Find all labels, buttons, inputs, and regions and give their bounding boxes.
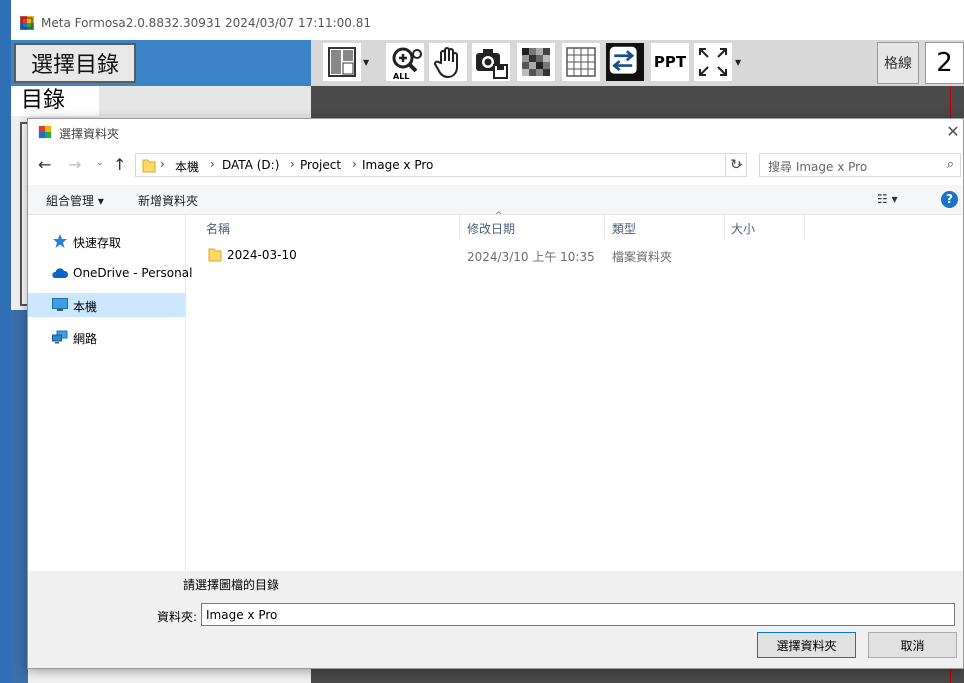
camera-save-icon bbox=[476, 49, 508, 79]
nav-item-label: OneDrive - Personal bbox=[73, 266, 193, 280]
directory-tab-strip bbox=[99, 86, 311, 116]
zoom-all-button[interactable]: ALL bbox=[386, 43, 424, 81]
dialog-app-icon bbox=[38, 125, 52, 139]
mosaic-icon bbox=[522, 48, 550, 76]
new-folder-button[interactable]: 新增資料夾 bbox=[138, 192, 198, 209]
column-type[interactable]: 類型 bbox=[612, 220, 636, 237]
grid-icon bbox=[566, 47, 596, 77]
computer-icon bbox=[52, 298, 68, 311]
back-arrow-icon[interactable]: ← bbox=[38, 155, 51, 174]
breadcrumb-separator-icon: › bbox=[290, 157, 295, 171]
address-bar[interactable]: › 本機 › DATA (D:) › Project › Image x Pro… bbox=[135, 153, 747, 177]
layout-dropdown-icon[interactable]: ▼ bbox=[363, 58, 369, 67]
column-divider[interactable] bbox=[459, 215, 460, 239]
nav-item-label: 快速存取 bbox=[73, 236, 122, 250]
swap-arrows-icon bbox=[609, 46, 637, 74]
organize-menu[interactable]: 組合管理 ▾ bbox=[46, 192, 104, 209]
column-modified[interactable]: 修改日期 bbox=[467, 220, 515, 237]
snapshot-save-button[interactable] bbox=[472, 43, 510, 81]
column-divider[interactable] bbox=[804, 215, 805, 239]
select-directory-button[interactable]: 選擇目錄 bbox=[14, 43, 136, 83]
search-box[interactable]: 搜尋 Image x Pro ⌕ bbox=[759, 153, 961, 177]
navigation-bar: ← → ⌄ ↑ › 本機 › DATA (D:) › Project › Ima… bbox=[28, 147, 963, 185]
forward-arrow-icon[interactable]: → bbox=[68, 155, 81, 174]
app-title-bar: Meta Formosa2.0.8832.30931 2024/03/07 17… bbox=[11, 0, 964, 40]
file-modified: 2024/3/10 上午 10:35 bbox=[467, 250, 595, 264]
folder-picker-dialog: 選擇資料夾 ✕ ← → ⌄ ↑ › 本機 › DATA (D:) › Proje… bbox=[27, 118, 964, 669]
dialog-footer: 請選擇圖檔的目錄 資料夾: 選擇資料夾 取消 bbox=[28, 571, 963, 668]
cloud-icon bbox=[52, 268, 68, 278]
file-name: 2024-03-10 bbox=[227, 248, 297, 262]
fullscreen-button[interactable] bbox=[694, 43, 732, 81]
dialog-title-bar: 選擇資料夾 ✕ bbox=[28, 119, 963, 147]
breadcrumb-this-pc[interactable]: 本機 bbox=[175, 158, 199, 175]
nav-item-quick-access[interactable]: 快速存取 bbox=[28, 229, 185, 253]
folder-field-label: 資料夾: bbox=[157, 610, 198, 624]
column-size[interactable]: 大小 bbox=[731, 220, 755, 237]
star-icon bbox=[53, 234, 67, 248]
hand-icon bbox=[434, 47, 458, 79]
search-placeholder: 搜尋 Image x Pro bbox=[768, 160, 868, 174]
select-folder-button[interactable]: 選擇資料夾 bbox=[757, 632, 856, 658]
column-divider[interactable] bbox=[724, 215, 725, 239]
expand-arrows-icon bbox=[699, 48, 727, 76]
help-icon[interactable]: ? bbox=[941, 191, 958, 208]
app-left-edge bbox=[11, 310, 28, 683]
file-row[interactable]: 2024-03-10 2024/3/10 上午 10:35 檔案資料夾 bbox=[198, 243, 798, 267]
grid-value-field[interactable]: 2 bbox=[925, 42, 964, 84]
close-icon[interactable]: ✕ bbox=[944, 123, 962, 141]
breadcrumb-separator-icon: › bbox=[210, 157, 215, 171]
recent-locations-chevron-icon[interactable]: ⌄ bbox=[96, 158, 104, 168]
toolbar: ▼ ALL PPT ▼ bbox=[311, 40, 964, 86]
app-title: Meta Formosa2.0.8832.30931 2024/03/07 17… bbox=[41, 16, 371, 30]
directory-tab[interactable]: 目錄 bbox=[11, 86, 99, 116]
dialog-title: 選擇資料夾 bbox=[59, 127, 120, 141]
refresh-icon[interactable]: ↻ bbox=[725, 153, 747, 177]
view-options-icon[interactable]: ☷ ▾ bbox=[877, 192, 898, 206]
nav-item-this-pc[interactable]: 本機 bbox=[28, 293, 185, 317]
layout-button[interactable] bbox=[323, 43, 361, 81]
breadcrumb-separator-icon: › bbox=[160, 157, 165, 171]
nav-item-onedrive[interactable]: OneDrive - Personal bbox=[28, 261, 192, 285]
breadcrumb-current-folder[interactable]: Image x Pro bbox=[362, 158, 433, 172]
cancel-button[interactable]: 取消 bbox=[868, 632, 957, 658]
breadcrumb-separator-icon: › bbox=[352, 157, 357, 171]
mosaic-button[interactable] bbox=[517, 43, 555, 81]
breadcrumb-drive[interactable]: DATA (D:) bbox=[222, 158, 279, 172]
folder-name-input[interactable] bbox=[201, 603, 955, 626]
svg-text:ALL: ALL bbox=[393, 72, 409, 81]
grid-line-button[interactable]: 格線 bbox=[877, 42, 919, 84]
app-logo-icon bbox=[20, 16, 34, 30]
folder-icon bbox=[208, 248, 222, 262]
nav-item-label: 本機 bbox=[73, 300, 98, 314]
layout-icon bbox=[328, 47, 356, 77]
nav-item-label: 網路 bbox=[73, 332, 98, 346]
navigation-pane: 快速存取 OneDrive - Personal 本機 網路 bbox=[28, 215, 192, 571]
nav-item-network[interactable]: 網路 bbox=[28, 325, 185, 349]
dialog-prompt: 請選擇圖檔的目錄 bbox=[183, 578, 280, 592]
column-divider[interactable] bbox=[604, 215, 605, 239]
zoom-all-icon: ALL bbox=[392, 47, 422, 81]
file-type: 檔案資料夾 bbox=[612, 250, 673, 264]
swap-button[interactable] bbox=[606, 43, 644, 81]
column-name[interactable]: 名稱 bbox=[206, 220, 230, 237]
pan-button[interactable] bbox=[429, 43, 467, 81]
breadcrumb-project[interactable]: Project bbox=[300, 158, 341, 172]
fullscreen-dropdown-icon[interactable]: ▼ bbox=[735, 58, 741, 67]
search-icon[interactable]: ⌕ bbox=[947, 157, 954, 172]
ppt-export-button[interactable]: PPT bbox=[651, 43, 689, 81]
column-header: ^ 名稱 修改日期 類型 大小 bbox=[198, 211, 963, 239]
up-arrow-icon[interactable]: ↑ bbox=[113, 155, 126, 174]
folder-icon bbox=[142, 159, 156, 173]
network-icon bbox=[52, 330, 68, 344]
grid-toggle-button[interactable] bbox=[562, 43, 600, 81]
